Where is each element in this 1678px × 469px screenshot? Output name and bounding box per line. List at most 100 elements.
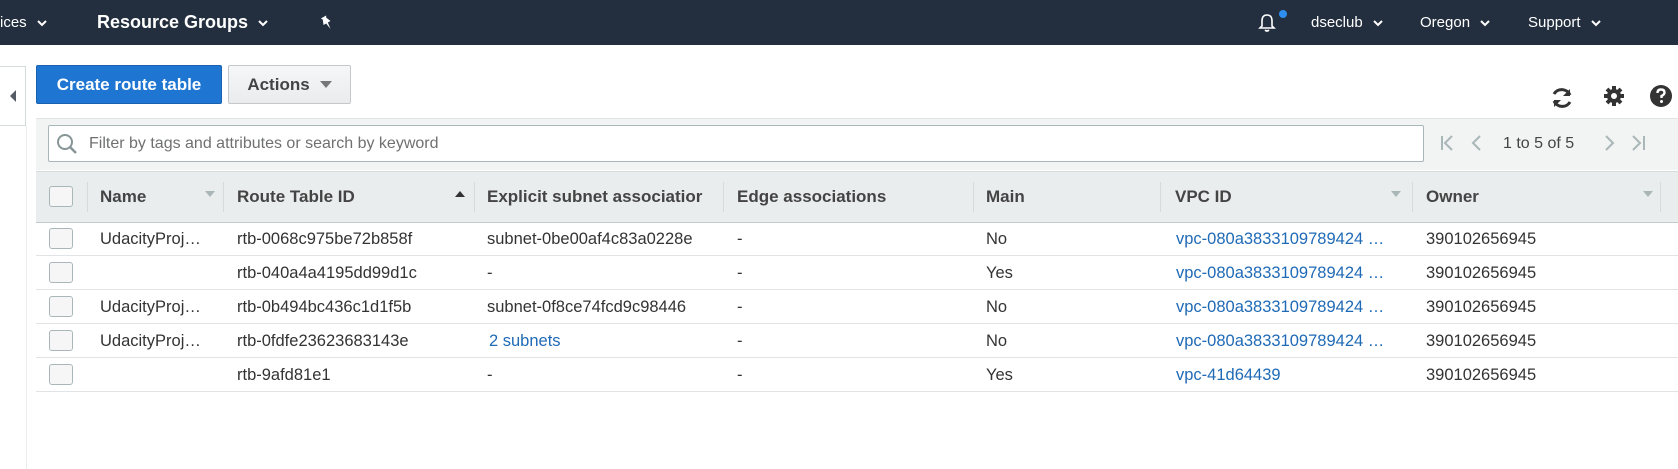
create-route-table-button[interactable]: Create route table xyxy=(36,65,222,104)
account-label: dseclub xyxy=(1311,14,1363,31)
column-header-label: Main xyxy=(986,187,1025,206)
sort-down-icon[interactable] xyxy=(1391,190,1401,198)
cell-subnet: - xyxy=(487,365,493,384)
create-route-table-label: Create route table xyxy=(56,74,202,94)
cell-main: No xyxy=(986,331,1008,350)
notification-badge xyxy=(1279,10,1287,18)
sidebar-border xyxy=(26,126,27,469)
select-all-checkbox[interactable] xyxy=(49,186,73,207)
cell-owner: 390102656945 xyxy=(1426,365,1537,384)
pagination-text: 1 to 5 of 5 xyxy=(1503,134,1575,152)
sidebar-toggle[interactable] xyxy=(0,66,26,126)
cell-edge: - xyxy=(737,331,743,350)
row-checkbox[interactable] xyxy=(49,228,73,249)
cell-name: UdacityProj… xyxy=(100,297,201,316)
column-header-label: Owner xyxy=(1426,187,1479,206)
actions-label: Actions xyxy=(247,74,310,94)
cell-name xyxy=(100,256,210,290)
cell-main: Yes xyxy=(986,365,1013,384)
account-menu[interactable]: dseclub xyxy=(1311,0,1383,45)
resource-groups-label: Resource Groups xyxy=(97,12,249,32)
cell-id: rtb-0b494bc436c1d1f5b xyxy=(237,297,412,316)
chevron-down-icon xyxy=(258,18,268,28)
column-header-route-table-id[interactable]: Route Table ID xyxy=(237,171,437,223)
cell-owner: 390102656945 xyxy=(1426,229,1537,248)
cell-edge: - xyxy=(737,365,743,384)
cell-vpc[interactable]: vpc-080a3833109789424 … xyxy=(1176,324,1406,358)
column-separator xyxy=(1660,182,1661,212)
sort-down-icon[interactable] xyxy=(1643,190,1653,198)
last-page-icon[interactable] xyxy=(1630,133,1646,158)
search-box[interactable] xyxy=(48,125,1424,162)
top-nav: ices Resource Groups dseclub Oregon Supp… xyxy=(0,0,1678,45)
column-separator xyxy=(1412,182,1413,212)
search-icon xyxy=(57,133,77,154)
column-header-label: Edge associations xyxy=(737,187,887,206)
first-page-icon[interactable] xyxy=(1440,133,1456,158)
column-separator xyxy=(87,182,88,212)
cell-owner: 390102656945 xyxy=(1426,263,1537,282)
chevron-left-icon xyxy=(9,90,16,102)
cell-name: UdacityProj… xyxy=(100,229,201,248)
cell-id: rtb-0068c975be72b858f xyxy=(237,229,413,248)
caret-down-icon xyxy=(319,80,332,88)
help-icon[interactable] xyxy=(1648,83,1674,109)
support-label: Support xyxy=(1528,14,1581,31)
pin-icon[interactable] xyxy=(318,0,336,45)
sort-down-icon[interactable] xyxy=(205,190,215,198)
cell-id: rtb-040a4a4195dd99d1c xyxy=(237,263,417,282)
chevron-down-icon xyxy=(1480,18,1490,28)
cell-owner: 390102656945 xyxy=(1426,331,1537,350)
cell-subnet: subnet-0f8ce74fcd9c98446 xyxy=(487,297,687,316)
cell-vpc[interactable]: vpc-41d64439 xyxy=(1176,358,1406,392)
cell-owner: 390102656945 xyxy=(1426,297,1537,316)
gear-icon[interactable] xyxy=(1601,83,1627,109)
column-header-vpc-id[interactable]: VPC ID xyxy=(1175,171,1375,223)
row-checkbox[interactable] xyxy=(49,330,73,351)
cell-main: No xyxy=(986,229,1008,248)
chevron-down-icon xyxy=(1372,18,1383,28)
cell-id: rtb-9afd81e1 xyxy=(237,365,331,384)
actions-button[interactable]: Actions xyxy=(228,65,351,104)
row-checkbox[interactable] xyxy=(49,364,73,385)
cell-name xyxy=(100,358,210,392)
column-header-label: VPC ID xyxy=(1175,187,1232,206)
column-separator xyxy=(223,182,224,212)
cell-subnet[interactable]: 2 subnets xyxy=(489,324,719,358)
previous-page-icon[interactable] xyxy=(1470,133,1482,158)
chevron-down-icon xyxy=(36,18,47,28)
refresh-icon[interactable] xyxy=(1548,84,1576,112)
cell-edge: - xyxy=(737,229,743,248)
column-header-name[interactable]: Name xyxy=(100,171,210,223)
cell-vpc[interactable]: vpc-080a3833109789424 … xyxy=(1176,290,1406,324)
bell-icon[interactable] xyxy=(1256,0,1278,45)
column-header-main[interactable]: Main xyxy=(986,171,1146,223)
search-input[interactable] xyxy=(89,134,1409,153)
services-menu[interactable]: ices xyxy=(0,0,47,45)
cell-main: No xyxy=(986,297,1008,316)
column-header-edge-associations[interactable]: Edge associations xyxy=(737,171,967,223)
row-checkbox[interactable] xyxy=(49,296,73,317)
cell-vpc[interactable]: vpc-080a3833109789424 … xyxy=(1176,222,1406,256)
resource-groups-menu[interactable]: Resource Groups xyxy=(97,0,268,45)
cell-id: rtb-0fdfe23623683143e xyxy=(237,331,409,350)
column-header-label: Explicit subnet associatior xyxy=(487,187,703,206)
region-label: Oregon xyxy=(1420,14,1471,31)
cell-edge: - xyxy=(737,297,743,316)
column-header-explicit-subnet[interactable]: Explicit subnet associatior xyxy=(487,171,710,223)
cell-edge: - xyxy=(737,263,743,282)
column-header-label: Name xyxy=(100,187,147,206)
cell-name: UdacityProj… xyxy=(100,331,201,350)
region-menu[interactable]: Oregon xyxy=(1420,0,1490,45)
row-checkbox[interactable] xyxy=(49,262,73,283)
column-header-label: Route Table ID xyxy=(237,187,355,206)
next-page-icon[interactable] xyxy=(1604,133,1616,158)
chevron-down-icon xyxy=(1590,18,1601,28)
support-menu[interactable]: Support xyxy=(1528,0,1601,45)
column-separator xyxy=(474,182,475,212)
column-header-owner[interactable]: Owner xyxy=(1426,171,1606,223)
cell-subnet: subnet-0be00af4c83a0228e xyxy=(487,229,693,248)
cell-vpc[interactable]: vpc-080a3833109789424 … xyxy=(1176,256,1406,290)
cell-subnet: - xyxy=(487,263,493,282)
sort-ascending-icon[interactable] xyxy=(455,190,465,198)
